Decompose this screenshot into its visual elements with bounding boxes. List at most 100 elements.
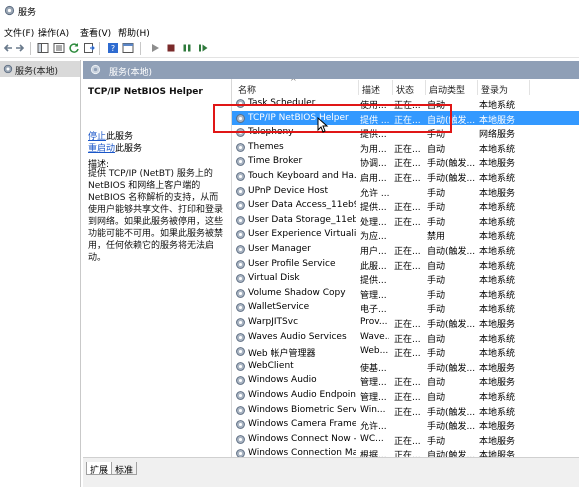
column-name[interactable]: 名称 [238,83,256,96]
column-divider [392,80,393,95]
stop-service-icon[interactable] [165,42,177,54]
services-gear-icon [3,64,13,74]
service-row[interactable]: Windows Audio 管理... 正在... 自动 本地服务 [232,373,579,388]
service-startup-type: 自动(触发... [427,451,476,457]
column-description[interactable]: 描述 [362,83,380,96]
service-name: Windows Camera Frame ... [248,419,356,430]
menu-file[interactable]: 文件(F) [4,26,34,39]
toolbar-separator [30,42,31,55]
pause-service-icon[interactable] [181,42,193,54]
restart-service-row: 重启动此服务 [88,141,142,154]
service-row[interactable]: Windows Biometric Servi... Win... 正在... 手动(… [232,403,579,418]
svg-text:?: ? [111,44,115,53]
service-row[interactable]: Virtual Disk 提供... 手动 本地系统 [232,271,579,286]
service-status: 正在... [394,217,421,228]
service-gear-icon [236,332,245,342]
service-gear-icon [236,420,245,430]
service-row[interactable]: WarpJITSvc Prov... 正在... 手动(触发... 本地服务 [232,315,579,330]
service-row[interactable]: User Data Storage_11eb... 处理... 正在... 手动 本地系… [232,213,579,228]
menu-view[interactable]: 查看(V) [80,26,111,39]
tab-extended[interactable]: 扩展 [86,462,113,476]
service-description: 此服... [360,261,387,272]
properties-pane-icon[interactable] [53,42,65,54]
tree-item-services-local[interactable]: 服务(本地) [0,61,80,77]
service-gear-icon [236,318,245,327]
extended-description-panel: TCP/IP NetBIOS Helper 停止此服务 重启动此服务 描述: 提… [83,79,227,457]
service-row[interactable]: User Profile Service 此服... 正在... 自动 本地系统 [232,257,579,272]
column-status[interactable]: 状态 [396,83,414,96]
service-row[interactable]: Volume Shadow Copy 管理... 手动 本地系统 [232,286,579,301]
service-description: 管理... [360,378,387,389]
service-description: 为应... [360,232,387,243]
menu-action[interactable]: 操作(A) [38,26,69,39]
service-name: WarpJITSvc [248,317,299,327]
refresh-icon[interactable] [68,42,80,54]
service-gear-icon [236,303,245,313]
show-tree-icon[interactable] [37,42,49,54]
service-row[interactable]: Windows Audio Endpoint... 管理... 正在... 自动 本地系… [232,388,579,403]
restart-service-icon[interactable] [197,42,209,54]
service-name: Windows Connection Ma... [248,448,356,457]
service-row[interactable]: WalletService 电子... 手动 本地系统 [232,300,579,315]
service-description: 处理... [360,217,387,228]
service-description: 协调... [360,159,387,170]
service-gear-icon [236,172,245,181]
service-name: Windows Audio [248,375,317,386]
service-row[interactable]: User Data Access_11eb9f... 提供... 正在... 手动 本地… [232,198,579,213]
service-startup-type: 手动 [427,203,446,214]
service-log-on-as: 本地服务 [479,378,516,389]
service-description: Prov... [360,317,388,327]
service-startup-type: 手动 [427,276,446,287]
menu-help[interactable]: 帮助(H) [118,26,150,39]
console-tree: 服务(本地) [0,60,81,487]
service-log-on-as: 本地服务 [479,451,516,457]
column-log-on-as[interactable]: 登录为 [481,83,508,96]
help-icon[interactable]: ? [107,42,119,54]
service-status: 正在... [394,203,421,214]
service-row[interactable]: User Experience Virtualiz... 为应... 禁用 本地系统 [232,227,579,242]
service-log-on-as: 本地服务 [479,436,516,447]
service-log-on-as: 本地服务 [479,115,516,126]
service-row[interactable]: Themes 为用... 正在... 自动 本地系统 [232,140,579,155]
service-row[interactable]: Time Broker 协调... 正在... 手动(触发... 本地服务 [232,154,579,169]
service-row[interactable]: WebClient 使基... 手动(触发... 本地服务 [232,359,579,374]
service-description: 使基... [360,363,387,374]
services-list[interactable]: ^ 名称 描述 状态 启动类型 登录为 Task Scheduler 使用... 正… [231,79,579,457]
export-list-icon[interactable] [83,42,95,54]
service-log-on-as: 本地服务 [479,422,516,433]
back-arrow-icon[interactable] [2,42,14,54]
start-service-icon[interactable] [149,42,161,54]
service-status: 正在... [394,159,421,170]
service-row[interactable]: UPnP Device Host 允许 ... 手动 本地服务 [232,184,579,199]
service-row[interactable]: Windows Camera Frame ... 允许... 手动(触发...本地服… [232,417,579,432]
services-header: 服务(本地) [83,61,579,79]
restart-service-link[interactable]: 重启动 [88,144,115,154]
description-text: 提供 TCP/IP (NetBT) 服务上的 NetBIOS 和网络上客户端的 … [88,169,224,263]
column-startup-type[interactable]: 启动类型 [429,83,465,96]
service-startup-type: 手动 [427,349,446,360]
service-startup-type: 手动(触发... [427,159,476,170]
service-description: 启用... [360,174,387,184]
service-name: Volume Shadow Copy [248,287,346,298]
service-startup-type: 手动(触发... [427,407,476,418]
service-row[interactable]: Web 帐户管理器 Web... 正在... 手动 本地系统 [232,344,579,359]
service-description: 为用... [360,144,387,155]
service-row[interactable]: Windows Connect Now -... WC... 正在... 手动 本地服务 [232,432,579,447]
menu-bar: 文件(F) 操作(A) 查看(V) 帮助(H) [0,23,579,39]
service-row[interactable]: Windows Connection Ma... 根据... 正在... 自动(触发.… [232,446,579,457]
service-row[interactable]: Touch Keyboard and Ha... 启用... 正在... 手动(触发.… [232,169,579,184]
selected-service-name: TCP/IP NetBIOS Helper [88,87,203,97]
service-row[interactable]: User Manager 用户... 正在... 自动(触发... 本地系统 [232,242,579,257]
service-description: Wave... [360,331,389,342]
service-log-on-as: 本地系统 [479,217,516,228]
service-row[interactable]: Waves Audio Services Wave... 正在... 自动 本地系统 [232,330,579,345]
annotation-highlight-box [213,104,452,133]
forward-arrow-icon[interactable] [14,42,26,54]
service-log-on-as: 本地系统 [479,334,516,345]
console-icon[interactable] [122,42,134,54]
service-log-on-as: 本地系统 [479,232,516,243]
tab-standard[interactable]: 标准 [111,462,138,476]
title-bar: 服务 [0,0,579,22]
service-log-on-as: 网络服务 [479,130,516,141]
services-gear-icon [4,5,15,16]
